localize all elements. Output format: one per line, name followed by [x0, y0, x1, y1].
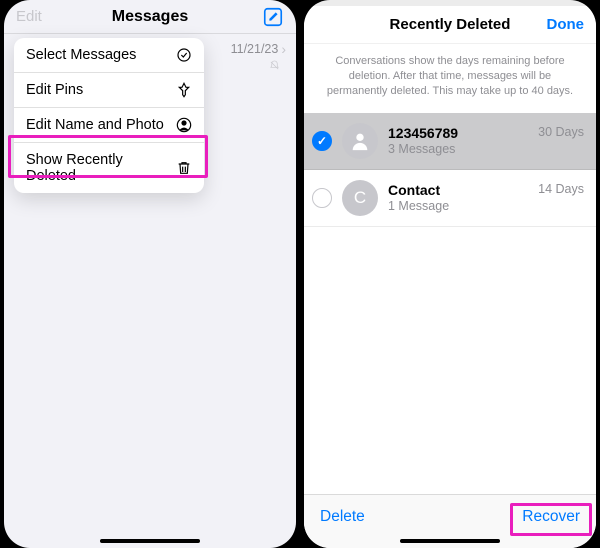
edit-menu: Select Messages Edit Pins Edit Name and … [14, 38, 204, 193]
select-checkbox[interactable] [312, 131, 332, 151]
edit-button[interactable]: Edit [16, 8, 42, 25]
menu-item-label: Edit Name and Photo [26, 117, 164, 133]
info-text: Conversations show the days remaining be… [304, 44, 596, 113]
menu-select-messages[interactable]: Select Messages [14, 38, 204, 73]
conversation-text: 123456789 3 Messages [388, 125, 528, 156]
mute-icon [269, 60, 280, 71]
chevron-right-icon: › [281, 41, 286, 57]
compose-icon[interactable] [262, 6, 284, 28]
preview-date-text: 11/21/23 [231, 42, 279, 56]
menu-show-recently-deleted[interactable]: Show Recently Deleted [14, 143, 204, 193]
done-button[interactable]: Done [547, 16, 585, 33]
sheet: Recently Deleted Done Conversations show… [304, 6, 596, 548]
menu-edit-pins[interactable]: Edit Pins [14, 73, 204, 108]
conversation-name: 123456789 [388, 125, 528, 141]
conversation-sub: 1 Message [388, 199, 528, 213]
trash-icon [176, 160, 192, 176]
avatar: C [342, 180, 378, 216]
page-title: Messages [4, 8, 296, 26]
conversation-sub: 3 Messages [388, 142, 528, 156]
recover-button[interactable]: Recover [522, 508, 580, 526]
messages-screen: Edit Messages 11/21/23 › Select Messages [4, 0, 296, 548]
menu-item-label: Show Recently Deleted [26, 152, 176, 184]
delete-button[interactable]: Delete [320, 508, 365, 526]
conversation-text: Contact 1 Message [388, 182, 528, 213]
recently-deleted-screen: Recently Deleted Done Conversations show… [304, 0, 596, 548]
home-indicator[interactable] [100, 539, 200, 543]
home-indicator[interactable] [400, 539, 500, 543]
avatar [342, 123, 378, 159]
menu-edit-name-photo[interactable]: Edit Name and Photo [14, 108, 204, 143]
conversation-preview-date: 11/21/23 › [231, 41, 286, 57]
messages-body: 11/21/23 › Select Messages Edit Pins Edi… [4, 34, 296, 548]
conversation-row[interactable]: C Contact 1 Message 14 Days [304, 170, 596, 227]
pin-icon [176, 82, 192, 98]
days-remaining: 30 Days [538, 125, 584, 139]
days-remaining: 14 Days [538, 182, 584, 196]
messages-header: Edit Messages [4, 0, 296, 34]
menu-item-label: Select Messages [26, 47, 136, 63]
menu-item-label: Edit Pins [26, 82, 83, 98]
select-checkbox[interactable] [312, 188, 332, 208]
checkmark-circle-icon [176, 47, 192, 63]
conversation-row[interactable]: 123456789 3 Messages 30 Days [304, 113, 596, 170]
person-circle-icon [176, 117, 192, 133]
sheet-title: Recently Deleted [390, 16, 511, 33]
conversation-name: Contact [388, 182, 528, 198]
sheet-header: Recently Deleted Done [304, 6, 596, 44]
